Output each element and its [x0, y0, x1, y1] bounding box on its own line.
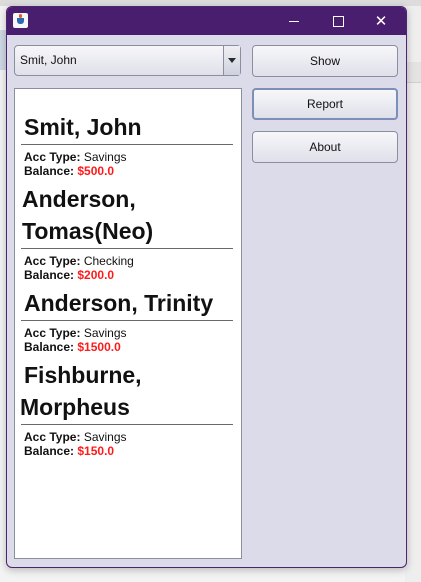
- account-entry: Anderson, Trinity Acc Type: Savings Bala…: [15, 287, 241, 354]
- acc-type-value: Savings: [83, 430, 127, 444]
- account-report-pane[interactable]: Smit, John Acc Type: Savings Balance: $5…: [14, 88, 242, 559]
- balance-line: Balance: $500.0: [15, 164, 241, 178]
- account-entry: Anderson, Tomas(Neo) Acc Type: Checking …: [15, 183, 241, 282]
- acc-type-label: Acc Type:: [24, 254, 81, 268]
- show-button[interactable]: Show: [252, 45, 398, 77]
- background-ide-bar: [405, 62, 421, 83]
- about-button[interactable]: About: [252, 131, 398, 163]
- background-ide-panel: [405, 6, 421, 582]
- account-entry: Smit, John Acc Type: Savings Balance: $5…: [15, 111, 241, 178]
- close-button[interactable]: ✕: [359, 7, 403, 35]
- balance-value: $150.0: [77, 444, 115, 458]
- dropdown-arrow-button[interactable]: [223, 46, 240, 75]
- account-name-line-1: Fishburne,: [24, 362, 142, 388]
- account-entry: Fishburne, Morpheus Acc Type: Savings Ba…: [15, 359, 241, 458]
- balance-label: Balance:: [24, 268, 75, 282]
- java-app-icon: [13, 13, 28, 28]
- report-button[interactable]: Report: [252, 88, 398, 120]
- maximize-button[interactable]: [315, 7, 359, 35]
- acc-type-value: Savings: [83, 150, 127, 164]
- acc-type-line: Acc Type: Savings: [15, 150, 241, 164]
- divider: [21, 320, 233, 321]
- account-name: Anderson, Trinity: [24, 290, 214, 316]
- acc-type-value: Savings: [83, 326, 127, 340]
- divider: [21, 424, 233, 425]
- balance-value: $1500.0: [77, 340, 121, 354]
- acc-type-line: Acc Type: Checking: [15, 254, 241, 268]
- balance-label: Balance:: [24, 444, 75, 458]
- balance-label: Balance:: [24, 340, 75, 354]
- acc-type-label: Acc Type:: [24, 150, 81, 164]
- balance-value: $200.0: [77, 268, 115, 282]
- customer-dropdown-value: Smit, John: [20, 53, 77, 67]
- maximize-icon: [333, 16, 344, 27]
- balance-value: $500.0: [77, 164, 115, 178]
- acc-type-line: Acc Type: Savings: [15, 326, 241, 340]
- minimize-button[interactable]: [271, 7, 315, 35]
- close-icon: ✕: [374, 12, 388, 30]
- customer-dropdown[interactable]: Smit, John: [14, 45, 241, 76]
- app-window: ✕ Smit, John Smit, John Acc Type: Saving…: [6, 6, 407, 568]
- account-name-line-1: Anderson,: [22, 186, 136, 212]
- account-name: Smit, John: [24, 114, 142, 140]
- acc-type-label: Acc Type:: [24, 430, 81, 444]
- acc-type-value: Checking: [83, 254, 134, 268]
- minimize-icon: [289, 21, 299, 22]
- acc-type-label: Acc Type:: [24, 326, 81, 340]
- divider: [21, 144, 233, 145]
- account-name-line-2: Tomas(Neo): [22, 218, 154, 244]
- account-name-line-2: Morpheus: [20, 394, 130, 420]
- balance-line: Balance: $1500.0: [15, 340, 241, 354]
- divider: [21, 248, 233, 249]
- title-bar[interactable]: ✕: [7, 7, 406, 35]
- balance-line: Balance: $200.0: [15, 268, 241, 282]
- balance-label: Balance:: [24, 164, 75, 178]
- balance-line: Balance: $150.0: [15, 444, 241, 458]
- chevron-down-icon: [228, 58, 236, 63]
- acc-type-line: Acc Type: Savings: [15, 430, 241, 444]
- java-cup-shape: [17, 18, 24, 24]
